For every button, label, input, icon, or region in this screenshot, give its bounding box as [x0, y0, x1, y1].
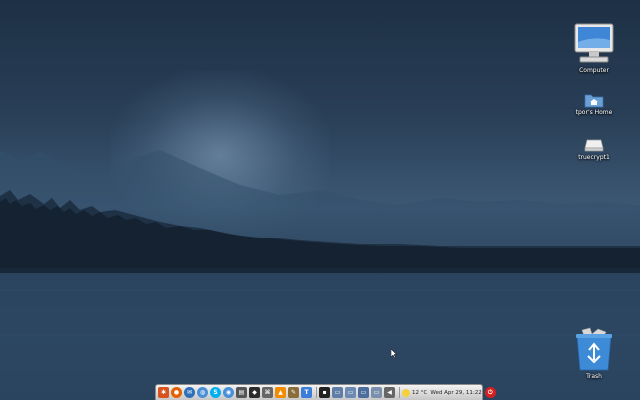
desktop[interactable]: Computer tpor's Home truecrypt1 Trash ✱: [0, 0, 640, 400]
taskbar[interactable]: ✱ ● ✉ ◍ S ◉ ▤ ◆ ⌘ ▲ ✎ T ▪ ▭ ▭ ▭ ▭ ◀ 12 °…: [155, 384, 496, 400]
window-3-icon[interactable]: ▭: [358, 387, 369, 398]
window-1-icon[interactable]: ▭: [332, 387, 343, 398]
desktop-icon-trash[interactable]: Trash: [562, 326, 626, 380]
desktop-icon-label: Trash: [586, 373, 602, 380]
home-folder-icon: [584, 94, 604, 108]
chromium-icon[interactable]: ◉: [223, 387, 234, 398]
volume-icon[interactable]: ◀: [384, 387, 395, 398]
terminal-icon[interactable]: ▪: [319, 387, 330, 398]
application-menu-icon[interactable]: ✱: [158, 387, 169, 398]
desktop-icon-truecrypt1[interactable]: truecrypt1: [562, 137, 626, 161]
skype-icon[interactable]: S: [210, 387, 221, 398]
text-editor-icon[interactable]: T: [301, 387, 312, 398]
firefox-icon[interactable]: ●: [171, 387, 182, 398]
drive-icon: [584, 139, 604, 152]
taskbar-separator: [316, 387, 317, 398]
desktop-icon-computer[interactable]: Computer: [562, 22, 626, 74]
inkscape-icon[interactable]: ◆: [249, 387, 260, 398]
vlc-icon[interactable]: ▲: [275, 387, 286, 398]
thunderbird-icon[interactable]: ✉: [184, 387, 195, 398]
terminal-emulator-icon[interactable]: ▤: [236, 387, 247, 398]
globe-icon[interactable]: ◍: [197, 387, 208, 398]
window-2-icon[interactable]: ▭: [345, 387, 356, 398]
desktop-icon-label: Computer: [579, 67, 609, 74]
weather-icon: [402, 388, 410, 397]
trash-icon: [576, 327, 612, 371]
network-icon[interactable]: ⌘: [262, 387, 273, 398]
desktop-icon-label: tpor's Home: [575, 109, 613, 116]
gimp-icon[interactable]: ✎: [288, 387, 299, 398]
desktop-icon-home[interactable]: tpor's Home: [562, 92, 626, 116]
clock[interactable]: Wed Apr 29, 11:22: [430, 390, 481, 396]
taskbar-separator: [399, 387, 400, 398]
mouse-cursor-icon: [391, 349, 397, 358]
power-icon[interactable]: ⏻: [484, 387, 496, 398]
window-4-icon[interactable]: ▭: [371, 387, 382, 398]
computer-icon: [574, 23, 614, 63]
wallpaper-scenery: [0, 150, 640, 400]
weather-temperature[interactable]: 12 °C: [412, 390, 427, 396]
desktop-icon-label: truecrypt1: [578, 154, 610, 161]
